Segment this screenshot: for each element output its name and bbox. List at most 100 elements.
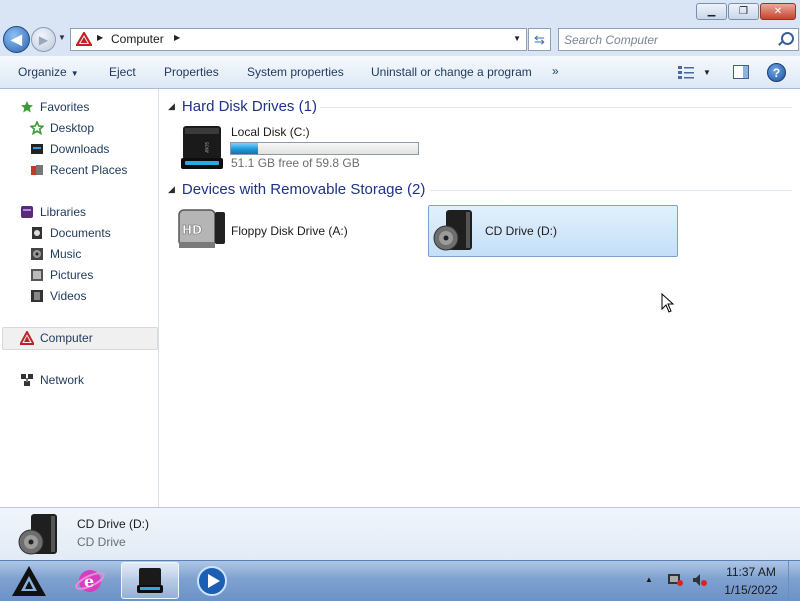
volume-muted-icon[interactable] — [692, 572, 708, 588]
arrow-left-icon: ◀ — [11, 31, 22, 47]
videos-icon — [31, 290, 43, 302]
nav-label: Pictures — [50, 268, 94, 282]
nav-item-downloads[interactable]: Downloads — [30, 139, 109, 159]
media-player-icon — [197, 565, 227, 596]
nav-label: Documents — [50, 226, 111, 240]
cd-drive-icon — [433, 210, 472, 251]
preview-pane-icon[interactable] — [733, 65, 749, 79]
cd-drive-d[interactable]: CD Drive (D:) — [428, 205, 678, 257]
group-title: Devices with Removable Storage (2) — [181, 181, 426, 198]
system-properties-button[interactable]: System properties — [247, 65, 344, 79]
nav-label: Network — [40, 373, 85, 387]
chevron-right-icon[interactable]: ▶ — [174, 33, 180, 42]
drive-label: Local Disk (C:) — [231, 125, 310, 139]
more-commands-button[interactable]: » — [552, 64, 559, 78]
title-bar: ▁ ❐ ✕ — [0, 0, 800, 24]
help-icon[interactable]: ? — [767, 63, 786, 82]
change-view-icon[interactable] — [678, 66, 694, 80]
recent-pages-dropdown[interactable]: ▼ — [58, 33, 66, 42]
details-item-type: CD Drive — [77, 535, 126, 549]
floppy-drive-a[interactable]: HD Floppy Disk Drive (A:) — [177, 206, 417, 256]
nav-item-libraries[interactable]: Libraries — [20, 202, 86, 222]
nav-label: Favorites — [40, 100, 90, 114]
nav-item-pictures[interactable]: Pictures — [30, 265, 93, 285]
nav-item-computer[interactable]: Computer — [20, 328, 93, 348]
svg-text:e: e — [84, 572, 94, 591]
navigation-pane: Favorites Desktop Downloads Recent Place… — [0, 89, 159, 507]
refresh-button[interactable]: ⇆ — [528, 28, 551, 51]
nav-label: Videos — [50, 289, 87, 303]
documents-icon — [32, 227, 42, 239]
taskbar-media-player[interactable] — [183, 562, 241, 599]
refresh-icon: ⇆ — [534, 31, 545, 47]
clock-date[interactable]: 1/15/2022 — [720, 583, 782, 597]
recent-places-icon — [31, 165, 43, 175]
nav-label: Downloads — [50, 142, 110, 156]
chevron-down-icon: ▼ — [70, 69, 79, 78]
hard-drive-icon — [137, 567, 163, 593]
breadcrumb-computer[interactable]: Computer — [111, 32, 164, 46]
nav-item-recent-places[interactable]: Recent Places — [30, 160, 127, 180]
details-item-name: CD Drive (D:) — [77, 517, 149, 531]
star-icon — [21, 101, 33, 113]
content-area: ◢ Hard Disk Drives (1) SONY Local Disk (… — [159, 89, 800, 507]
minimize-button[interactable]: ▁ — [696, 3, 727, 20]
local-disk-c[interactable]: SONY Local Disk (C:) 51.1 GB free of 59.… — [179, 124, 419, 174]
taskbar-internet-explorer[interactable]: e — [61, 562, 119, 599]
taskbar-windows-explorer[interactable] — [121, 562, 179, 599]
group-header-hard-disk-drives[interactable]: ◢ Hard Disk Drives (1) — [168, 98, 317, 115]
nav-item-network[interactable]: Network — [20, 370, 84, 390]
downloads-icon — [31, 144, 43, 154]
group-divider — [430, 190, 792, 191]
collapse-icon[interactable]: ◢ — [168, 101, 175, 112]
floppy-drive-icon: HD — [178, 209, 225, 248]
search-input[interactable] — [562, 31, 771, 48]
organize-label: Organize — [18, 65, 67, 79]
view-options-dropdown[interactable]: ▼ — [703, 68, 711, 77]
nav-label: Recent Places — [50, 163, 128, 177]
svg-text:HD: HD — [182, 223, 202, 237]
search-icon[interactable] — [781, 32, 794, 45]
forward-button[interactable]: ▶ — [31, 27, 56, 52]
music-icon — [31, 248, 43, 260]
collapse-icon[interactable]: ◢ — [168, 184, 175, 195]
disk-usage-bar — [230, 142, 419, 155]
nav-item-documents[interactable]: Documents — [30, 223, 111, 243]
nav-item-favorites[interactable]: Favorites — [20, 97, 89, 117]
uninstall-program-button[interactable]: Uninstall or change a program — [371, 65, 532, 79]
disk-usage-fill — [231, 143, 259, 154]
clock-time[interactable]: 11:37 AM — [722, 565, 780, 579]
properties-button[interactable]: Properties — [164, 65, 219, 79]
eject-button[interactable]: Eject — [109, 65, 136, 79]
organize-menu[interactable]: Organize ▼ — [18, 65, 79, 79]
pictures-icon — [31, 269, 43, 281]
mouse-cursor-icon — [661, 293, 675, 313]
nav-label: Desktop — [50, 121, 95, 135]
computer-icon — [20, 331, 34, 345]
restore-button[interactable]: ❐ — [728, 3, 759, 20]
address-row: ◀ ▶ ▼ ▶ Computer ▶ ▼ ⇆ — [0, 24, 800, 56]
chevron-down-icon[interactable]: ▼ — [513, 34, 521, 43]
start-button[interactable] — [0, 562, 58, 599]
back-button[interactable]: ◀ — [3, 26, 30, 53]
nav-item-desktop[interactable]: Desktop — [30, 118, 94, 138]
address-bar[interactable]: ▶ Computer ▶ ▼ — [70, 28, 527, 51]
libraries-icon — [21, 206, 33, 218]
start-logo-icon — [12, 565, 46, 596]
arrow-right-icon: ▶ — [38, 32, 49, 47]
drive-label: Floppy Disk Drive (A:) — [231, 224, 348, 238]
search-box[interactable] — [558, 28, 799, 51]
group-header-removable-storage[interactable]: ◢ Devices with Removable Storage (2) — [168, 181, 425, 198]
show-hidden-icons-button[interactable]: ▲ — [645, 575, 653, 584]
hard-drive-icon: SONY — [181, 126, 223, 169]
nav-label: Libraries — [40, 205, 87, 219]
show-desktop-button[interactable] — [788, 561, 800, 600]
nav-item-videos[interactable]: Videos — [30, 286, 86, 306]
nav-item-music[interactable]: Music — [30, 244, 81, 264]
group-title: Hard Disk Drives (1) — [181, 98, 317, 115]
action-center-icon[interactable] — [667, 571, 683, 587]
free-space-text: 51.1 GB free of 59.8 GB — [231, 156, 360, 170]
group-divider — [320, 107, 792, 108]
chevron-right-icon[interactable]: ▶ — [97, 33, 103, 42]
close-button[interactable]: ✕ — [760, 3, 796, 20]
